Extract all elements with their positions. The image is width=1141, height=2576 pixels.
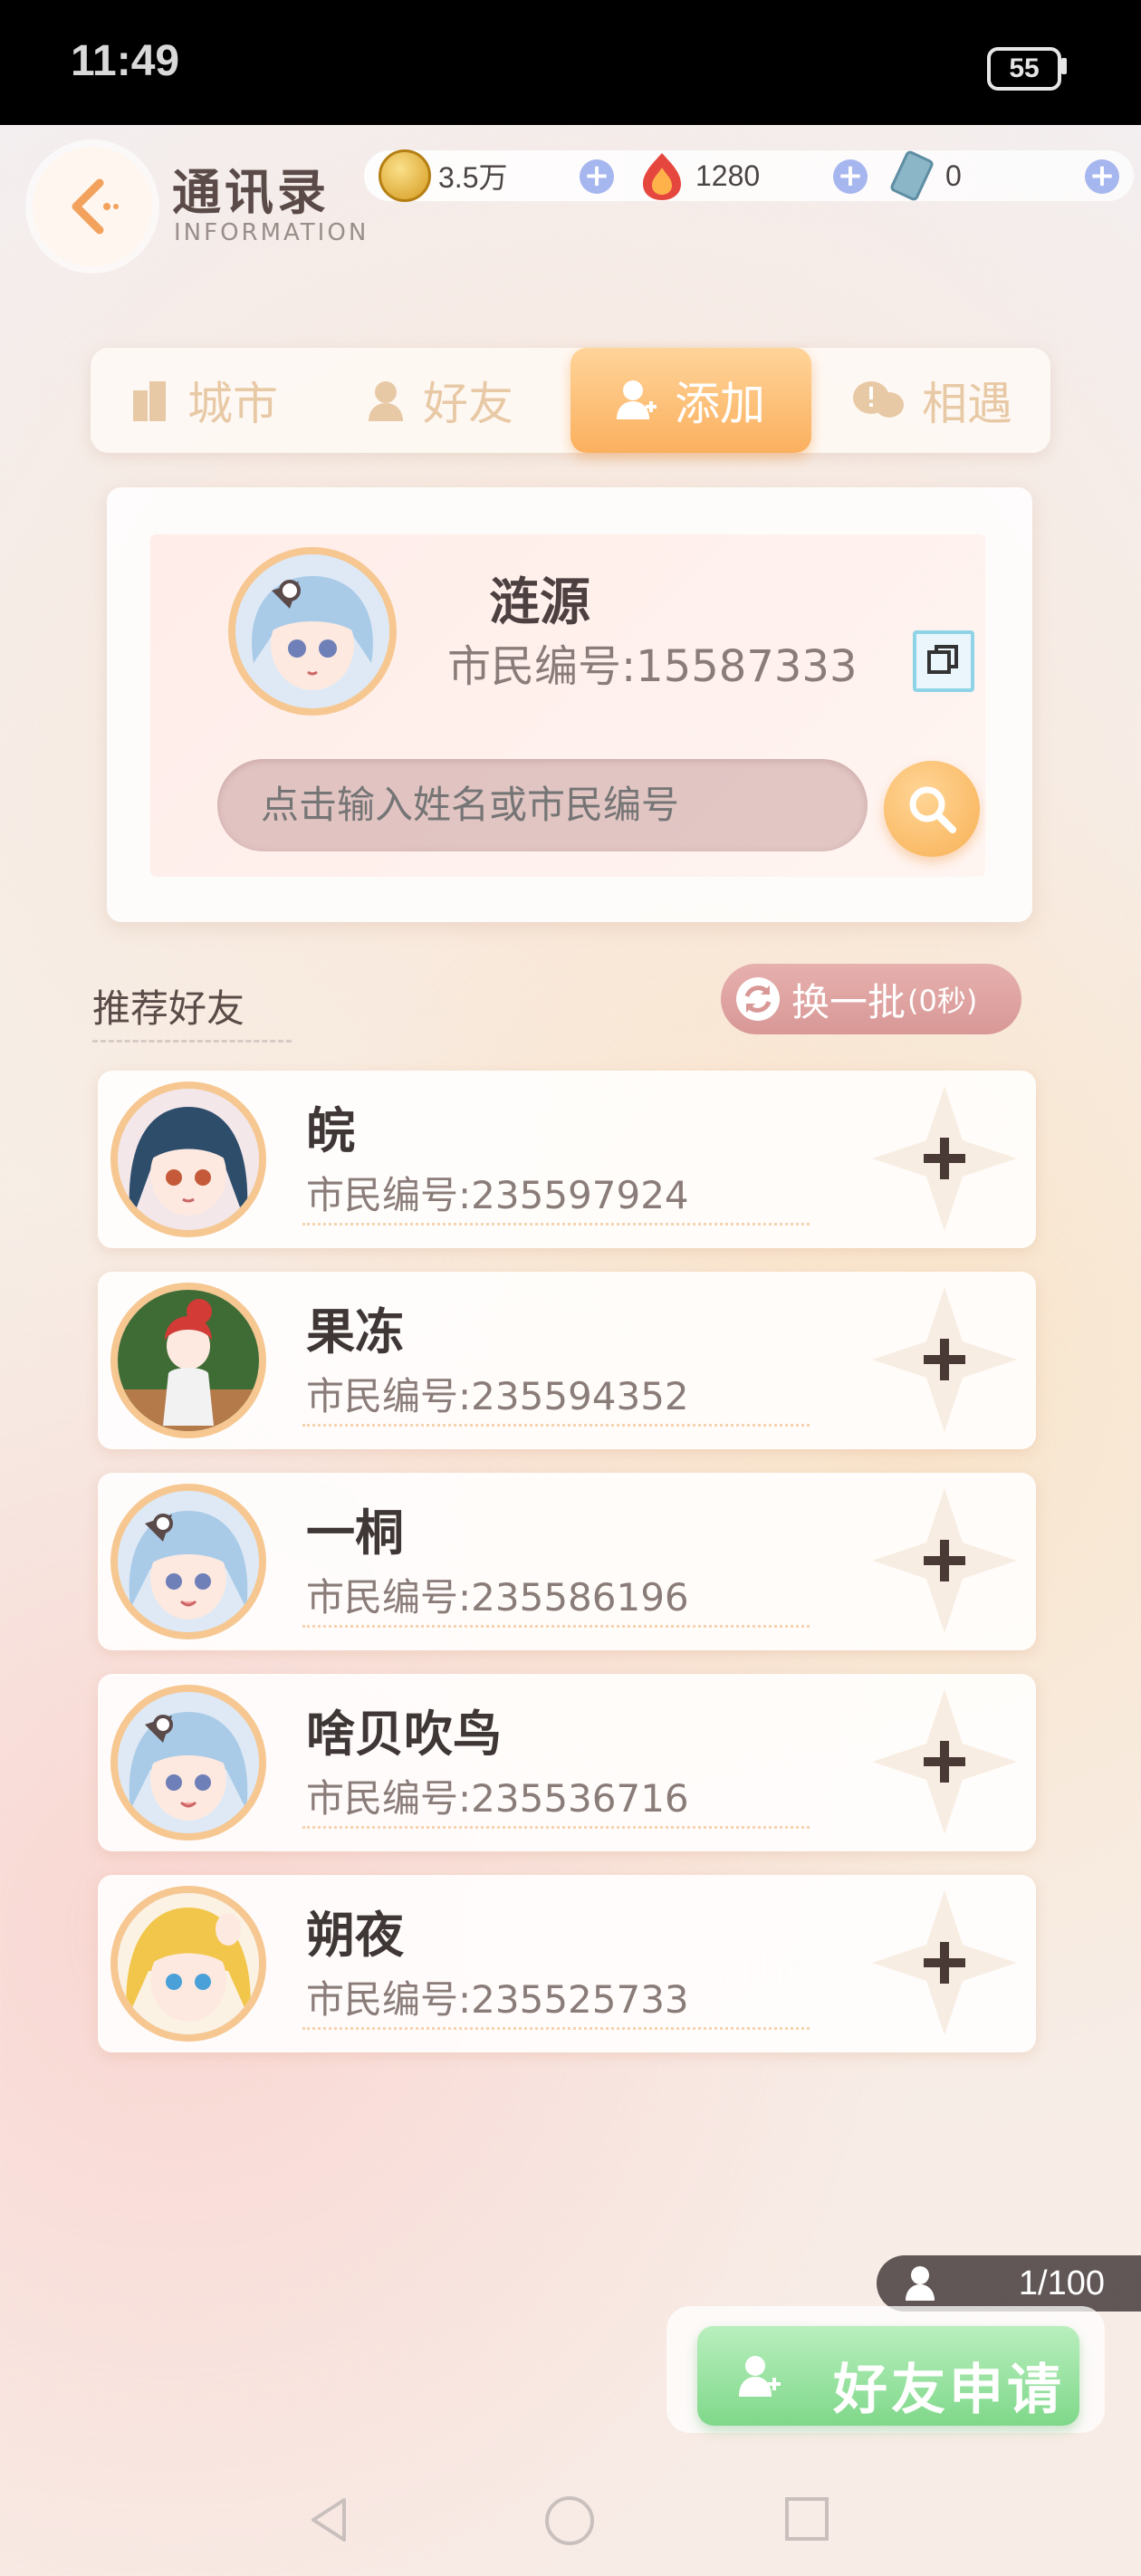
friend-avatar [110, 1283, 266, 1438]
request-count: 1/100 [1018, 2264, 1105, 2302]
add-user-icon [739, 2356, 781, 2397]
chat-icon [853, 381, 904, 418]
friend-avatar [110, 1685, 266, 1841]
friend-avatar [110, 1886, 266, 2042]
battery-tip [1061, 58, 1067, 74]
tab-add[interactable]: 添加 [570, 348, 811, 453]
home-nav-icon[interactable] [543, 2494, 596, 2547]
divider [302, 1424, 810, 1427]
friend-row[interactable]: 一桐 市民编号:235586196 [98, 1473, 1036, 1650]
search-button[interactable] [884, 761, 980, 857]
divider [302, 1625, 810, 1628]
divider [302, 1826, 810, 1829]
tab-encounter-label: 相遇 [922, 378, 1012, 430]
recents-nav-icon[interactable] [782, 2494, 831, 2543]
ticket-value: 0 [945, 159, 962, 192]
friend-name: 皖 [306, 1102, 355, 1159]
status-time: 11:49 [71, 37, 180, 85]
add-friend-button[interactable] [868, 1886, 1021, 2040]
refresh-label: 换一批 [791, 979, 906, 1024]
crystal-icon [643, 153, 681, 200]
my-avatar[interactable] [228, 547, 397, 716]
tab-bar: 城市 好友 添加 相遇 [91, 348, 1050, 453]
currency-coin: 3.5万 [379, 149, 508, 202]
tab-friends[interactable]: 好友 [326, 348, 552, 453]
tab-encounter[interactable]: 相遇 [819, 348, 1045, 453]
add-friend-button[interactable] [868, 1685, 1021, 1839]
add-friend-button[interactable] [868, 1081, 1021, 1235]
person-icon [906, 2266, 935, 2301]
friend-citizen-id: 市民编号:235597924 [306, 1173, 689, 1217]
friend-row[interactable]: 皖 市民编号:235597924 [98, 1071, 1036, 1248]
recommend-title: 推荐好友 [92, 986, 245, 1031]
profile-citizen-id: 市民编号:15587333 [447, 641, 858, 692]
copy-id-button[interactable] [913, 630, 974, 692]
friend-avatar [110, 1484, 266, 1639]
friend-row[interactable]: 果冻 市民编号:235594352 [98, 1272, 1036, 1449]
add-ticket-button[interactable]: + [1085, 159, 1119, 194]
tab-city-label: 城市 [187, 378, 278, 430]
page-subtitle: INFORMATION [174, 219, 369, 246]
currency-bar: 3.5万 + 1280 + 0 + [364, 149, 1134, 202]
currency-ticket: 0 [886, 150, 962, 201]
friend-request-button[interactable]: 好友申请 [697, 2326, 1079, 2426]
add-friend-button[interactable] [868, 1283, 1021, 1437]
friend-name: 啥贝吹鸟 [306, 1706, 502, 1763]
tab-add-label: 添加 [675, 378, 765, 430]
currency-crystal: 1280 [636, 150, 760, 201]
add-friend-button[interactable] [868, 1484, 1021, 1638]
tab-city[interactable]: 城市 [91, 348, 317, 453]
friend-name: 朔夜 [306, 1907, 404, 1964]
friend-citizen-id: 市民编号:235525733 [306, 1977, 689, 2022]
refresh-button[interactable]: 换一批 (0秒) [721, 964, 1021, 1034]
divider [302, 1223, 810, 1226]
system-nav-bar [0, 2464, 1141, 2576]
friend-citizen-id: 市民编号:235586196 [306, 1575, 689, 1620]
blue-hair-avatar-icon [118, 1491, 259, 1632]
back-nav-icon[interactable] [304, 2494, 355, 2545]
friend-row[interactable]: 啥贝吹鸟 市民编号:235536716 [98, 1674, 1036, 1851]
friend-request-panel: 好友申请 [666, 2306, 1105, 2433]
back-button[interactable] [33, 147, 152, 266]
blonde-hair-avatar-icon [118, 1893, 259, 2034]
friend-citizen-id: 市民编号:235594352 [306, 1374, 689, 1418]
request-count-badge: 1/100 [877, 2255, 1141, 2312]
ticket-icon [890, 150, 934, 201]
search-icon [909, 786, 956, 833]
friend-request-label: 好友申请 [833, 2359, 1065, 2422]
crystal-value: 1280 [695, 159, 761, 192]
back-arrow-icon [72, 178, 119, 235]
divider [302, 2027, 810, 2030]
add-user-icon [617, 380, 657, 419]
friend-row[interactable]: 朔夜 市民编号:235525733 [98, 1875, 1036, 2052]
friend-icon [369, 381, 403, 421]
refresh-timer: (0秒) [907, 984, 978, 1018]
search-input[interactable] [217, 759, 868, 851]
blue-hair-avatar-icon [118, 1692, 259, 1833]
friend-avatar [110, 1081, 266, 1237]
friend-name: 果冻 [306, 1303, 404, 1360]
refresh-icon [736, 977, 780, 1021]
friend-citizen-id: 市民编号:235536716 [306, 1776, 689, 1821]
add-crystal-button[interactable]: + [833, 159, 868, 194]
recommend-divider [92, 1040, 292, 1043]
profile-name: 涟源 [489, 573, 590, 632]
red-hair-avatar-icon [118, 1290, 259, 1431]
add-coin-button[interactable]: + [580, 159, 614, 194]
copy-icon [927, 645, 958, 674]
blue-hair-avatar-icon [235, 554, 389, 708]
building-icon [133, 381, 166, 421]
top-bar: 通讯录 INFORMATION 3.5万 + 1280 + 0 + [0, 125, 1141, 270]
page-title: 通讯录 [172, 164, 330, 221]
status-bar: 11:49 55 [0, 0, 1141, 125]
coin-icon [379, 149, 431, 202]
my-profile-card [107, 487, 1032, 922]
battery-icon: 55 [987, 47, 1061, 91]
friend-name: 一桐 [306, 1504, 404, 1562]
tab-friends-label: 好友 [423, 378, 513, 430]
dark-hair-avatar-icon [118, 1089, 259, 1230]
coin-value: 3.5万 [438, 161, 508, 194]
